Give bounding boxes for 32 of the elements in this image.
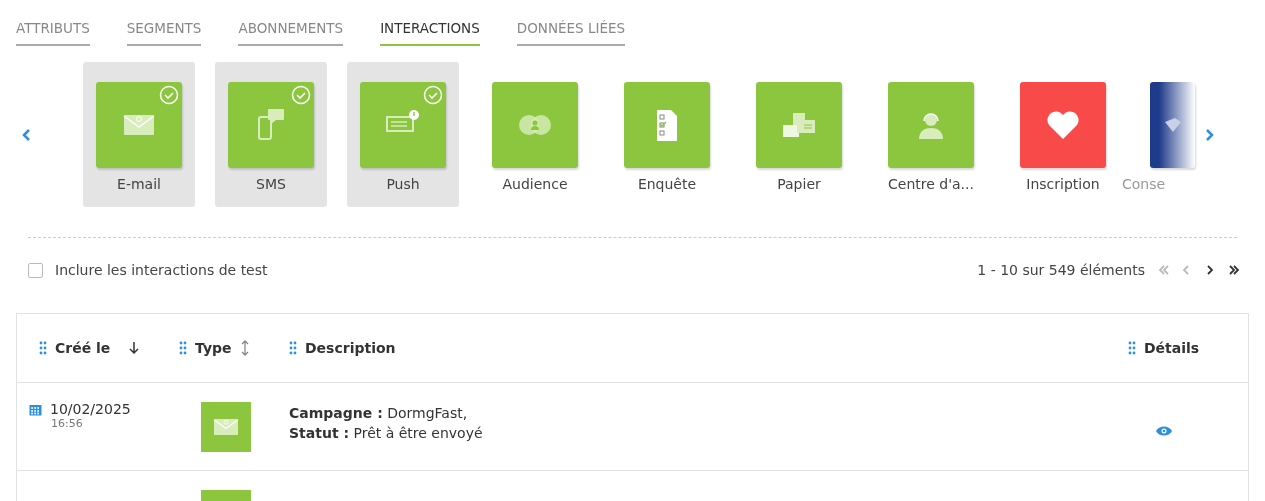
time-text: 16:56 — [50, 417, 84, 430]
channel-label: Centre d'a... — [888, 176, 974, 192]
tab[interactable]: ATTRIBUTS — [16, 20, 90, 46]
channel-item[interactable]: Inscription — [1007, 62, 1119, 207]
channel-item[interactable]: Push — [347, 62, 459, 207]
channel-label: E-mail — [117, 176, 161, 192]
test-interactions-checkbox[interactable]: Inclure les interactions de test — [28, 262, 268, 278]
column-header[interactable]: Détails — [1144, 340, 1200, 356]
channel-label: Audience — [502, 176, 568, 192]
description-line: Statut : Prêt à être envoyé — [289, 425, 483, 441]
tab[interactable]: ABONNEMENTS — [238, 20, 344, 46]
tab[interactable]: DONNÉES LIÉES — [516, 20, 626, 46]
tab[interactable]: INTERACTIONS — [380, 20, 480, 46]
column-header[interactable]: Créé le — [55, 340, 111, 356]
pagination-summary: 1 - 10 sur 549 éléments — [977, 262, 1145, 278]
channel-label: Push — [386, 176, 420, 192]
channel-item[interactable]: Enquête — [611, 62, 723, 207]
description-line: Campagne : DormgFast, — [289, 405, 469, 421]
tab[interactable]: SEGMENTS — [126, 20, 202, 46]
channel-label: Enquête — [637, 176, 697, 192]
channel-label: SMS — [256, 176, 286, 192]
date-text: 10/02/2025 — [50, 401, 131, 417]
channel-label: Papier — [777, 176, 821, 192]
channel-item[interactable]: E-mail — [83, 62, 195, 207]
channel-item[interactable]: SMS — [215, 62, 327, 207]
channel-item[interactable]: Papier — [743, 62, 855, 207]
channel-item[interactable]: Audience — [479, 62, 591, 207]
column-header[interactable]: Description — [305, 340, 396, 356]
channel-label: Conse — [1122, 176, 1166, 192]
channel-label: Inscription — [1026, 176, 1100, 192]
channel-item[interactable]: Centre d'a... — [875, 62, 987, 207]
column-header[interactable]: Type — [195, 340, 232, 356]
